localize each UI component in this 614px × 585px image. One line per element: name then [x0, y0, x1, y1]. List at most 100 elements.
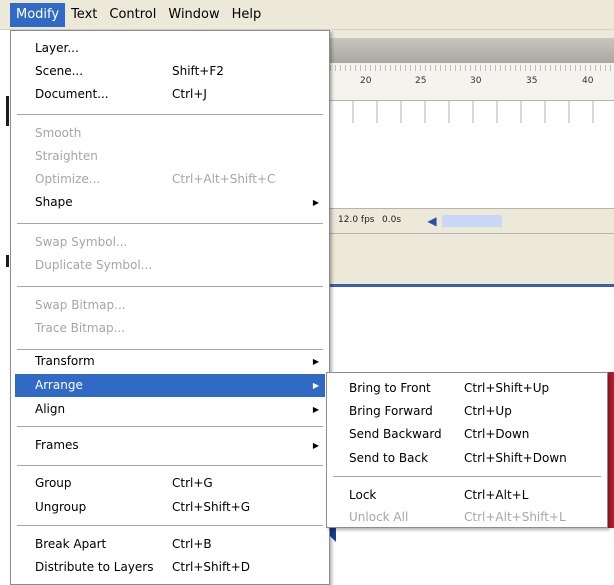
menu-item-layer[interactable]: Layer... — [15, 37, 325, 60]
menu-item-label: Transform — [35, 354, 95, 368]
menu-separator — [17, 426, 323, 428]
timeline-header — [330, 38, 614, 63]
submenu-arrow-icon: ▶ — [312, 441, 319, 450]
submenu-item-label: Unlock All — [349, 510, 409, 524]
menu-modify[interactable]: Modify — [10, 2, 66, 27]
menu-item-duplicate-symbol[interactable]: Duplicate Symbol... — [15, 254, 325, 277]
submenu-arrow-icon: ▶ — [312, 357, 319, 366]
menu-item-distribute-to-layers[interactable]: Distribute to Layers Ctrl+Shift+D — [15, 556, 325, 579]
menu-separator — [17, 114, 323, 116]
submenu-arrow-icon: ▶ — [312, 405, 319, 414]
menu-text[interactable]: Text — [65, 3, 103, 27]
panel-border — [330, 284, 614, 287]
elapsed-time: 0.0s — [382, 215, 402, 225]
frame-ruler[interactable]: 20 25 30 35 40 — [330, 63, 614, 101]
menu-item-transform[interactable]: Transform ▶ — [15, 350, 325, 373]
menu-item-frames[interactable]: Frames ▶ — [15, 434, 325, 457]
panel-bottom — [330, 234, 614, 284]
submenu-item-lock[interactable]: Lock Ctrl+Alt+L — [329, 483, 605, 507]
menu-separator — [17, 525, 323, 527]
ruler-tick: 40 — [582, 76, 594, 86]
menu-item-label: Duplicate Symbol... — [35, 258, 153, 272]
menu-item-label: Arrange — [35, 378, 83, 392]
menu-item-trace-bitmap[interactable]: Trace Bitmap... — [15, 317, 325, 340]
menu-item-label: Swap Bitmap... — [35, 298, 126, 312]
submenu-item-shortcut: Ctrl+Down — [464, 427, 530, 441]
menu-item-label: Straighten — [35, 149, 98, 163]
submenu-item-send-backward[interactable]: Send Backward Ctrl+Down — [329, 422, 605, 446]
submenu-item-shortcut: Ctrl+Shift+Down — [464, 451, 567, 465]
menu-item-smooth[interactable]: Smooth — [15, 122, 325, 145]
ruler-tick: 20 — [360, 76, 372, 86]
menu-item-label: Ungroup — [35, 500, 87, 514]
menu-item-label: Document... — [35, 87, 109, 101]
menu-item-label: Group — [35, 476, 72, 490]
menu-item-shortcut: Ctrl+Alt+Shift+C — [172, 172, 276, 186]
submenu-item-bring-to-front[interactable]: Bring to Front Ctrl+Shift+Up — [329, 376, 605, 400]
menu-separator — [17, 286, 323, 288]
menu-item-arrange[interactable]: Arrange ▶ — [15, 374, 325, 397]
layer-area — [330, 123, 614, 208]
menu-item-swap-bitmap[interactable]: Swap Bitmap... — [15, 294, 325, 317]
submenu-item-shortcut: Ctrl+Up — [464, 404, 512, 418]
submenu-arrow-icon: ▶ — [312, 198, 319, 207]
submenu-item-send-to-back[interactable]: Send to Back Ctrl+Shift+Down — [329, 446, 605, 470]
menu-item-shape[interactable]: Shape ▶ — [15, 191, 325, 214]
frame-rate: 12.0 fps — [338, 215, 375, 225]
menu-item-label: Trace Bitmap... — [35, 321, 126, 335]
menu-item-label: Swap Symbol... — [35, 235, 128, 249]
menu-item-label: Layer... — [35, 41, 79, 55]
menu-window[interactable]: Window — [162, 3, 225, 27]
menu-item-label: Scene... — [35, 64, 84, 78]
submenu-item-label: Send Backward — [349, 427, 442, 441]
screen: Modify Text Control Window Help 20 25 30… — [0, 0, 614, 585]
menu-help[interactable]: Help — [226, 3, 268, 27]
ruler-tick: 30 — [470, 76, 482, 86]
menu-item-label: Smooth — [35, 126, 82, 140]
chevron-left-icon[interactable]: ◀ — [425, 213, 439, 229]
menu-item-swap-symbol[interactable]: Swap Symbol... — [15, 231, 325, 254]
menu-item-ungroup[interactable]: Ungroup Ctrl+Shift+G — [15, 496, 325, 519]
menu-item-label: Optimize... — [35, 172, 101, 186]
modify-menu: Layer... Scene... Shift+F2 Document... C… — [10, 30, 330, 585]
menu-item-label: Shape — [35, 195, 73, 209]
ruler-tick: 35 — [526, 76, 538, 86]
menu-item-shortcut: Ctrl+G — [172, 476, 213, 490]
menu-control[interactable]: Control — [103, 3, 162, 27]
arrange-submenu: Bring to Front Ctrl+Shift+Up Bring Forwa… — [326, 372, 608, 528]
menu-item-optimize[interactable]: Optimize... Ctrl+Alt+Shift+C — [15, 168, 325, 191]
menu-bar: Modify Text Control Window Help — [0, 0, 614, 30]
menu-item-shortcut: Ctrl+Shift+D — [172, 560, 250, 574]
submenu-item-shortcut: Ctrl+Shift+Up — [464, 381, 550, 395]
stage-edge — [608, 372, 614, 528]
submenu-arrow-icon: ▶ — [312, 381, 319, 390]
menu-item-shortcut: Ctrl+Shift+G — [172, 500, 251, 514]
menu-item-break-apart[interactable]: Break Apart Ctrl+B — [15, 533, 325, 556]
menu-item-shortcut: Ctrl+J — [172, 87, 207, 101]
menu-item-align[interactable]: Align ▶ — [15, 398, 325, 421]
submenu-item-label: Lock — [349, 488, 377, 502]
submenu-item-unlock-all[interactable]: Unlock All Ctrl+Alt+Shift+L — [329, 505, 605, 529]
menu-item-document[interactable]: Document... Ctrl+J — [15, 83, 325, 106]
horizontal-scrollbar[interactable] — [442, 215, 502, 227]
menu-item-scene[interactable]: Scene... Shift+F2 — [15, 60, 325, 83]
submenu-item-label: Send to Back — [349, 451, 429, 465]
ruler-dots — [330, 65, 614, 71]
submenu-separator — [333, 476, 601, 478]
menu-item-label: Frames — [35, 438, 79, 452]
submenu-item-shortcut: Ctrl+Alt+L — [464, 488, 529, 502]
menu-separator — [17, 465, 323, 467]
menu-item-label: Align — [35, 402, 66, 416]
submenu-item-bring-forward[interactable]: Bring Forward Ctrl+Up — [329, 399, 605, 423]
menu-separator — [17, 223, 323, 225]
menu-item-straighten[interactable]: Straighten — [15, 145, 325, 168]
menu-item-label: Distribute to Layers — [35, 560, 154, 574]
left-edge-mark — [6, 255, 9, 267]
menu-item-shortcut: Shift+F2 — [172, 64, 224, 78]
timeline-status-bar: 12.0 fps 0.0s ◀ — [330, 208, 614, 234]
submenu-item-label: Bring to Front — [349, 381, 431, 395]
left-edge-mark — [6, 96, 9, 126]
menu-item-label: Break Apart — [35, 537, 107, 551]
frame-cells[interactable] — [330, 101, 614, 123]
menu-item-group[interactable]: Group Ctrl+G — [15, 472, 325, 495]
